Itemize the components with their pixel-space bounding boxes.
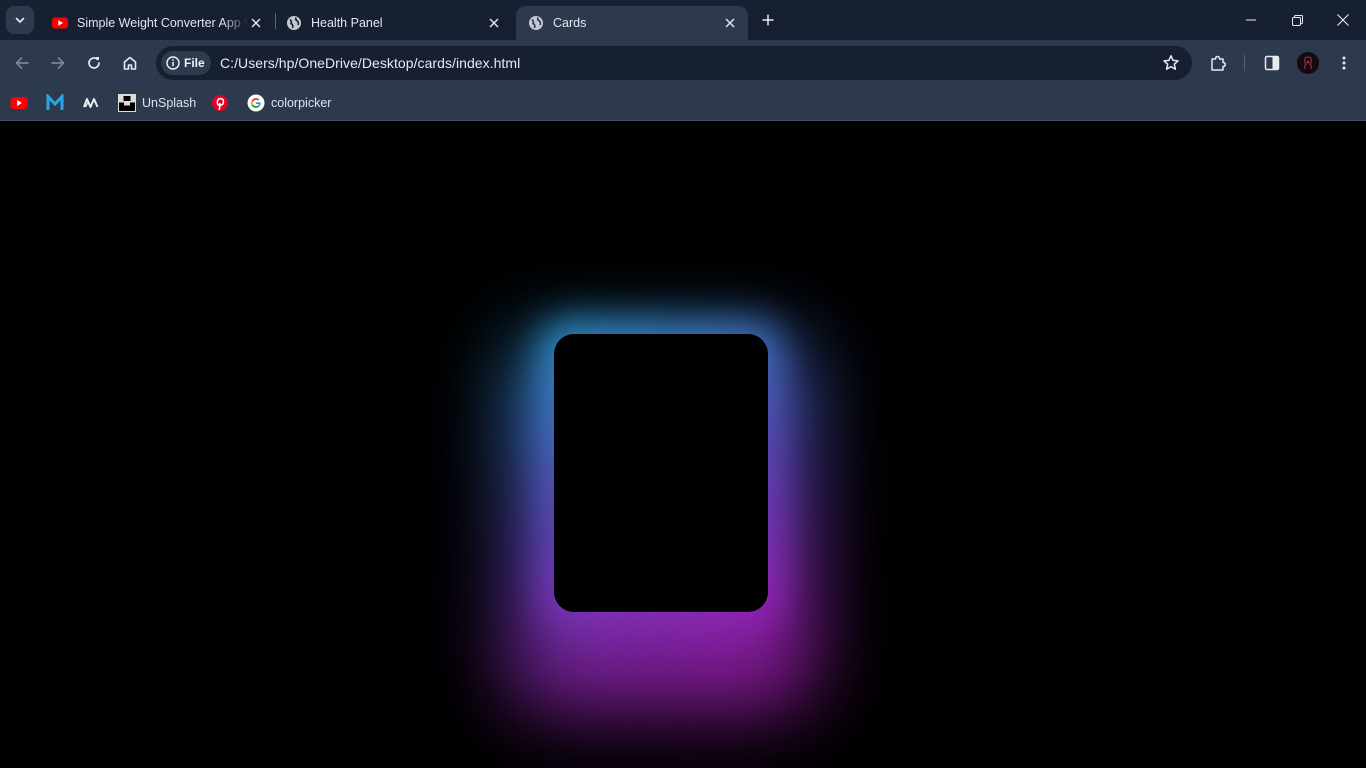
bookmark-label: UnSplash [142, 96, 197, 110]
logo-w-icon [82, 94, 100, 112]
gmail-m-icon [46, 94, 64, 112]
forward-button[interactable] [44, 49, 72, 77]
tab-cards[interactable]: Cards [516, 6, 748, 40]
tab-title: Cards [553, 16, 587, 30]
tab-title: Health Panel [311, 16, 383, 30]
toolbar-separator [1244, 55, 1245, 71]
profile-avatar[interactable] [1297, 52, 1319, 74]
bookmark-m[interactable] [46, 91, 70, 115]
address-bar[interactable]: File C:/Users/hp/OneDrive/Desktop/cards/… [156, 46, 1192, 80]
restore-button[interactable] [1274, 0, 1320, 40]
avatar-image-icon [1297, 52, 1319, 74]
bookmark-pinterest[interactable] [211, 91, 235, 115]
minimize-icon [1246, 19, 1256, 21]
plus-icon [762, 14, 774, 26]
youtube-icon [10, 94, 28, 112]
side-panel-button[interactable] [1258, 49, 1286, 77]
puzzle-icon [1211, 55, 1226, 71]
url-text[interactable]: C:/Users/hp/OneDrive/Desktop/cards/index… [220, 46, 520, 80]
bookmark-unsplash[interactable]: UnSplash [118, 91, 196, 115]
close-window-button[interactable] [1320, 0, 1366, 40]
tab-strip: Simple Weight Converter App W Health Pan… [0, 0, 1366, 40]
site-info-chip[interactable]: File [161, 51, 211, 75]
tab-health-panel[interactable]: Health Panel [274, 6, 512, 40]
globe-icon [529, 16, 543, 30]
side-panel-icon [1264, 55, 1280, 71]
extensions-button[interactable] [1204, 49, 1232, 77]
unsplash-icon [118, 94, 136, 112]
tab-search-button[interactable] [6, 6, 34, 34]
tab-title: Simple Weight Converter App W [77, 16, 248, 30]
bookmark-colorpicker[interactable]: colorpicker [247, 91, 331, 115]
chevron-down-icon [15, 17, 25, 23]
reload-icon [88, 57, 100, 69]
back-button[interactable] [8, 49, 36, 77]
reload-button[interactable] [80, 49, 108, 77]
home-icon [123, 56, 137, 70]
tab-weight-converter[interactable]: Simple Weight Converter App W [40, 6, 274, 40]
site-info-label: File [184, 56, 205, 70]
restore-icon [1291, 14, 1303, 26]
arrow-left-icon [15, 57, 29, 69]
arrow-right-icon [51, 57, 65, 69]
bookmark-youtube[interactable] [10, 91, 34, 115]
more-vertical-icon [1342, 56, 1346, 70]
page-viewport [0, 121, 1366, 768]
bookmarks-bar: UnSplash colorpicker [0, 86, 1366, 121]
browser-menu-button[interactable] [1330, 49, 1358, 77]
close-tab-icon[interactable] [486, 15, 502, 31]
close-tab-icon[interactable] [248, 15, 264, 31]
minimize-button[interactable] [1228, 0, 1274, 40]
bookmark-label: colorpicker [271, 96, 332, 110]
card [554, 334, 768, 612]
pinterest-icon [211, 94, 229, 112]
info-icon [166, 56, 180, 70]
google-icon [247, 94, 265, 112]
bookmark-star-icon[interactable] [1162, 54, 1180, 72]
new-tab-button[interactable] [758, 10, 778, 30]
close-tab-icon[interactable] [722, 15, 738, 31]
browser-toolbar: File C:/Users/hp/OneDrive/Desktop/cards/… [0, 40, 1366, 86]
youtube-icon [52, 17, 68, 29]
globe-icon [287, 16, 301, 30]
bookmark-w[interactable] [82, 91, 106, 115]
home-button[interactable] [116, 49, 144, 77]
close-icon [1337, 14, 1349, 26]
